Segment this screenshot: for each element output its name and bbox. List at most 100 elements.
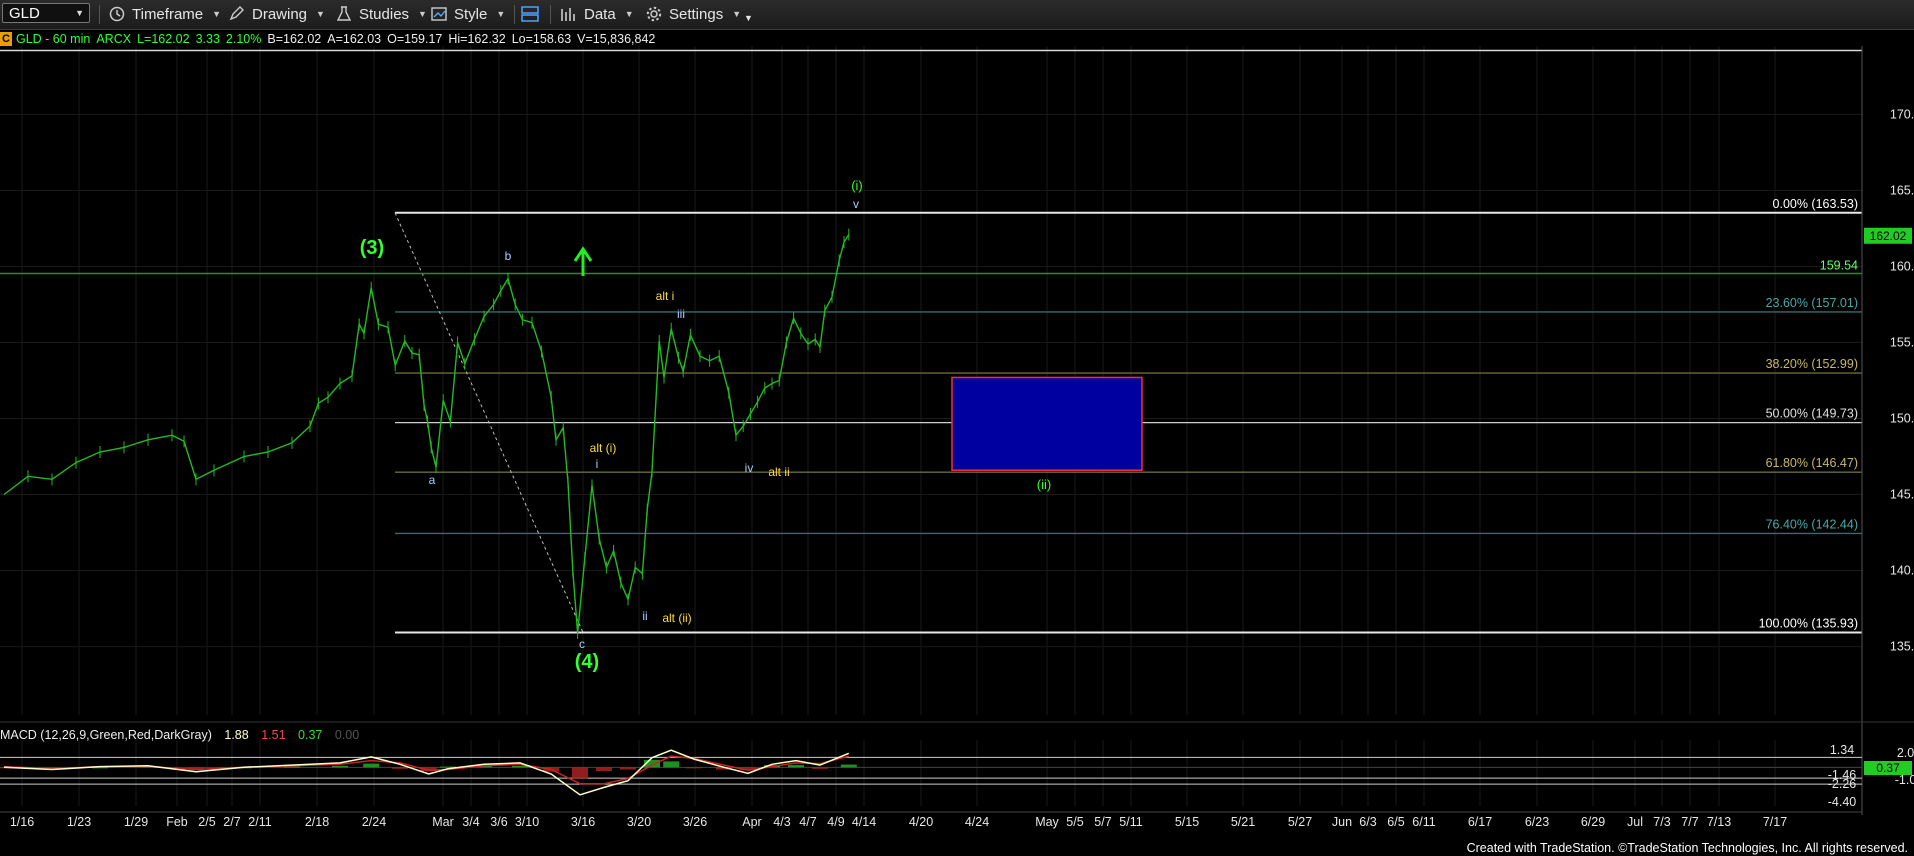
last-price-tag-label: 162.02 (1870, 229, 1907, 243)
signal-value: 1.51 (261, 728, 286, 742)
x-tick-label: 7/13 (1707, 815, 1731, 829)
macd-histogram-bar (572, 767, 588, 779)
hist-value: 0.37 (298, 728, 323, 742)
x-tick-label: 7/17 (1763, 815, 1787, 829)
x-tick-label: 4/7 (799, 815, 816, 829)
x-tick-label: May (1035, 815, 1059, 829)
x-tick-label: Jul (1627, 815, 1643, 829)
x-tick-label: 5/7 (1094, 815, 1111, 829)
x-tick-label: 1/23 (67, 815, 91, 829)
fib-level-label: 38.20% (152.99) (1766, 357, 1858, 371)
x-tick-label: 4/24 (965, 815, 989, 829)
y-tick-label: 135.00 (1890, 640, 1914, 654)
x-tick-label: 3/6 (490, 815, 507, 829)
x-tick-label: Apr (742, 815, 761, 829)
macd-axis-label: -1.00 (1895, 773, 1914, 787)
y-tick-label: 145.00 (1890, 488, 1914, 502)
macd-histogram-bar (332, 765, 348, 768)
fib-level-label: 61.80% (146.47) (1766, 456, 1858, 470)
macd-axis-label: 2.00 (1897, 746, 1914, 760)
x-tick-label: Jun (1332, 815, 1352, 829)
macd-histogram-bar (620, 767, 636, 770)
macd-histogram-bar (663, 761, 680, 768)
x-tick-label: 5/27 (1288, 815, 1312, 829)
support-line-label: 159.54 (1820, 258, 1858, 272)
wave-label: v (853, 197, 859, 211)
x-tick-label: 6/11 (1412, 815, 1435, 829)
wave-label: alt (ii) (662, 611, 691, 625)
x-tick-label: 2/18 (305, 815, 329, 829)
macd-histogram-bar (840, 764, 857, 768)
y-tick-label: 165.00 (1890, 183, 1914, 197)
x-tick-label: 5/21 (1231, 815, 1255, 829)
wave-label: a (429, 473, 436, 487)
x-tick-label: 2/7 (223, 815, 240, 829)
x-tick-label: 1/29 (124, 815, 148, 829)
wave-label: b (505, 249, 512, 263)
x-tick-label: 2/24 (362, 815, 386, 829)
wave-label: (3) (360, 237, 384, 259)
macd-histogram-bar (788, 765, 804, 768)
x-tick-label: 6/17 (1468, 815, 1492, 829)
macd-histogram-bar (512, 765, 528, 768)
macd-header: MACD (12,26,9,Green,Red,DarkGray) 1.88 1… (0, 728, 359, 742)
x-tick-label: 2/11 (248, 815, 271, 829)
x-tick-label: Feb (166, 815, 188, 829)
x-tick-label: 1/16 (10, 815, 34, 829)
y-tick-label: 155.00 (1890, 335, 1914, 349)
y-tick-label: 170.00 (1890, 107, 1914, 121)
wave-label: alt ii (768, 465, 789, 479)
x-tick-label: 4/14 (852, 815, 876, 829)
macd-histogram-bar (392, 767, 408, 769)
price-series-line (3, 234, 850, 633)
x-tick-label: 5/11 (1119, 815, 1142, 829)
wave-ii-target-box (951, 376, 1143, 471)
x-tick-label: 5/15 (1175, 815, 1199, 829)
fib-level-label: 23.60% (157.01) (1766, 296, 1858, 310)
fib-level-label: 0.00% (163.53) (1773, 197, 1858, 211)
wave-label: (ii) (1037, 477, 1051, 492)
wave-label: alt i (656, 289, 675, 303)
x-tick-label: 6/29 (1581, 815, 1605, 829)
wave-label: (i) (851, 178, 863, 193)
y-tick-label: 150.00 (1890, 412, 1914, 426)
x-tick-label: 3/10 (515, 815, 539, 829)
macd-axis-label: 1.34 (1830, 743, 1854, 757)
x-tick-label: 7/7 (1681, 815, 1698, 829)
x-tick-label: 3/20 (627, 815, 651, 829)
wave-label: alt (i) (590, 441, 617, 455)
x-tick-label: 3/26 (683, 815, 707, 829)
y-tick-label: 160.00 (1890, 259, 1914, 273)
copyright-footer: Created with TradeStation. ©TradeStation… (1466, 841, 1908, 855)
macd-histogram-bar (596, 767, 612, 772)
x-tick-label: 6/5 (1387, 815, 1404, 829)
macd-signal-line (3, 755, 849, 785)
wave-label: (4) (575, 651, 599, 673)
zero-value: 0.00 (334, 728, 360, 742)
macd-histogram-bar (686, 767, 702, 769)
x-tick-label: 6/3 (1359, 815, 1376, 829)
wave-label: ii (642, 609, 647, 623)
macd-label: MACD (12,26,9,Green,Red,DarkGray) (0, 728, 212, 742)
wave-label: iv (745, 461, 754, 475)
y-tick-label: 140.00 (1890, 564, 1914, 578)
macd-histogram-bar (812, 767, 828, 769)
x-tick-label: Mar (432, 815, 454, 829)
x-tick-label: 6/23 (1525, 815, 1549, 829)
fib-level-label: 100.00% (135.93) (1759, 616, 1858, 630)
x-tick-label: 3/16 (571, 815, 595, 829)
x-tick-label: 2/5 (198, 815, 215, 829)
fib-level-label: 76.40% (142.44) (1766, 517, 1858, 531)
x-tick-label: 5/5 (1066, 815, 1083, 829)
macd-value: 1.88 (224, 728, 249, 742)
x-tick-label: 4/3 (773, 815, 790, 829)
x-tick-label: 3/4 (462, 815, 479, 829)
macd-histogram-bar (363, 763, 380, 768)
wave-label: iii (677, 307, 685, 321)
macd-axis-label: -4.40 (1828, 795, 1857, 809)
macd-axis-label: -2.26 (1828, 777, 1857, 791)
up-arrow-icon (573, 246, 593, 276)
x-tick-label: 4/20 (909, 815, 933, 829)
wave-label: i (596, 457, 599, 471)
x-tick-label: 4/9 (827, 815, 844, 829)
